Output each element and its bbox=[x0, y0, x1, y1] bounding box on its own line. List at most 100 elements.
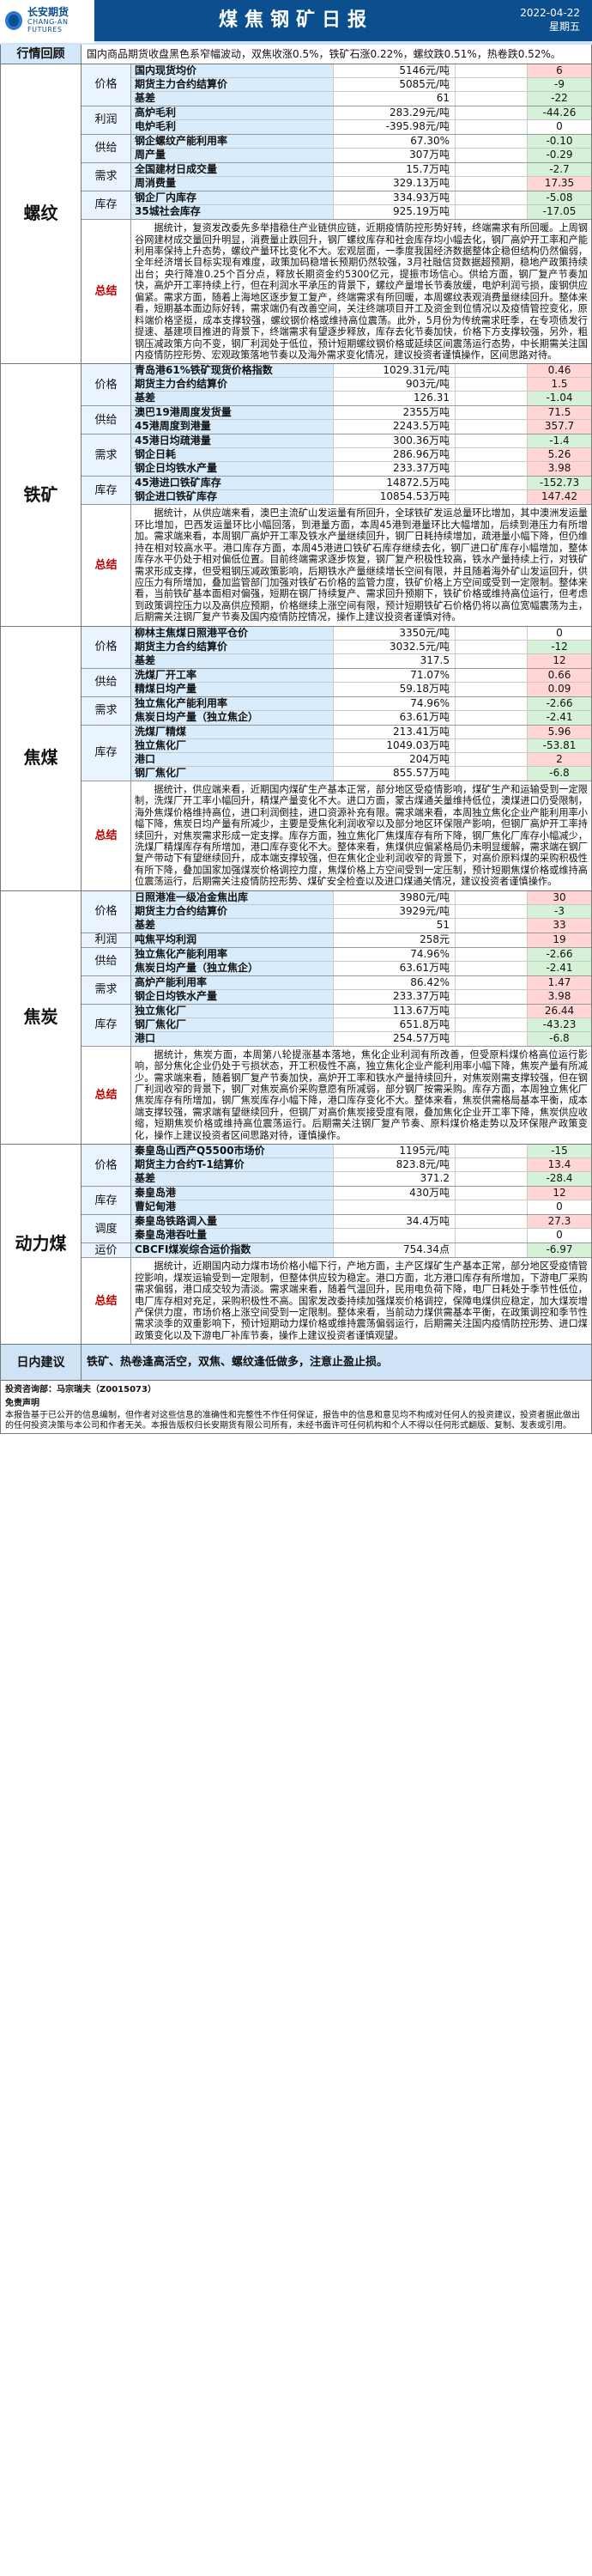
indicator-name: 基差 bbox=[131, 392, 334, 406]
indicator-extra bbox=[456, 420, 528, 434]
indicator-change: 71.5 bbox=[528, 406, 591, 420]
indicator-value: 59.18万吨 bbox=[334, 682, 456, 696]
indicator-extra bbox=[456, 1200, 528, 1215]
group-label: 供给 bbox=[82, 135, 131, 163]
indicator-change: 0 bbox=[528, 626, 591, 640]
indicator-name: 吨焦平均利润 bbox=[131, 933, 334, 947]
indicator-name: 期货主力合约结算价 bbox=[131, 904, 334, 918]
group-rows: 独立焦化产能利用率 74.96% -2.66 焦炭日均产量（独立焦企） 63.61万吨 -… bbox=[131, 696, 591, 725]
indicator-value: 71.07% bbox=[334, 668, 456, 682]
indicator-change: -2.41 bbox=[528, 710, 591, 725]
indicator-extra bbox=[456, 1229, 528, 1243]
group-rows: 吨焦平均利润 258元 19 bbox=[131, 933, 591, 947]
group-label: 需求 bbox=[82, 434, 131, 477]
indicator-name: 独立焦化产能利用率 bbox=[131, 696, 334, 710]
indicator-value: 74.96% bbox=[334, 696, 456, 710]
indicator-change: -6.8 bbox=[528, 1031, 591, 1046]
indicator-change: -152.73 bbox=[528, 477, 591, 490]
indicator-extra bbox=[456, 191, 528, 205]
group-label: 利润 bbox=[82, 106, 131, 135]
indicator-value: 307万吨 bbox=[334, 149, 456, 163]
indicator-value: 254.57万吨 bbox=[334, 1031, 456, 1046]
indicator-group: 价格 国内现货均价 5146元/吨 6 期货主力合约结算价 5085元/吨 -9 基差 61 -2… bbox=[82, 64, 591, 107]
group-rows: 高炉产能利用率 86.42% 1.47 钢企日均铁水产量 233.37万吨 3.98 bbox=[131, 975, 591, 1004]
indicator-extra bbox=[456, 904, 528, 918]
group-label: 库存 bbox=[82, 1187, 131, 1215]
indicator-extra bbox=[456, 961, 528, 975]
indicator-value: 113.67万吨 bbox=[334, 1004, 456, 1018]
indicator-change: 12 bbox=[528, 653, 591, 668]
group-rows: 45港日均疏港量 300.36万吨 -1.4 钢企日耗 286.96万吨 5.26 钢企日均… bbox=[131, 434, 591, 477]
indicator-group: 供给 澳巴19港周度发货量 2355万吨 71.5 45港周度到港量 2243.5万吨 35… bbox=[82, 406, 591, 435]
table-row: CBCFI煤炭综合运价指数 754.34点 -6.97 bbox=[131, 1243, 591, 1258]
section-summary: 总结 据统计，复资发改委先多举措稳住产业链供应链，近期疫情防控形势好转，终端需求有… bbox=[82, 220, 591, 364]
indicator-change: 0 bbox=[528, 1200, 591, 1215]
indicator-name: 周消费量 bbox=[131, 177, 334, 191]
table-row: 日照港准一级冶金焦出库 3980元/吨 30 bbox=[131, 890, 591, 905]
section-body: 价格 日照港准一级冶金焦出库 3980元/吨 30 期货主力合约结算价 3929元/吨 -3… bbox=[82, 890, 591, 1145]
summary-label: 总结 bbox=[82, 220, 131, 364]
summary-label: 总结 bbox=[82, 1258, 131, 1345]
indicator-extra bbox=[456, 738, 528, 752]
indicator-group: 价格 柳林主焦煤日照港平仓价 3350元/吨 0 期货主力合约结算价 3032.5元/吨 -… bbox=[82, 626, 591, 669]
section-3: 焦炭 价格 日照港准一级冶金焦出库 3980元/吨 30 期货主力合约结算价 3929元/吨… bbox=[0, 890, 592, 1145]
table-row: 洗煤厂开工率 71.07% 0.66 bbox=[131, 668, 591, 683]
indicator-value: 329.13万吨 bbox=[334, 177, 456, 191]
indicator-value: 63.61万吨 bbox=[334, 961, 456, 975]
date-text: 2022-04-22 bbox=[520, 7, 580, 20]
indicator-extra bbox=[456, 92, 528, 106]
indicator-group: 需求 高炉产能利用率 86.42% 1.47 钢企日均铁水产量 233.37万吨 3.98 bbox=[82, 975, 591, 1005]
table-row: 独立焦化厂 113.67万吨 26.44 bbox=[131, 1004, 591, 1018]
summary-text: 据统计，近期国内动力煤市场价格小幅下行，产地方面，主产区煤矿生产基本正常，部分地… bbox=[135, 1261, 588, 1341]
group-rows: 洗煤厂精煤 213.41万吨 5.96 独立焦化厂 1049.03万吨 -53.81 港口 2… bbox=[131, 725, 591, 781]
indicator-name: 柳林主焦煤日照港平仓价 bbox=[131, 626, 334, 640]
indicator-change: -0.29 bbox=[528, 149, 591, 163]
indicator-value: 430万吨 bbox=[334, 1187, 456, 1200]
table-row: 秦皇岛山西产Q5500市场价 1195元/吨 -15 bbox=[131, 1145, 591, 1159]
indicator-name: 曹妃甸港 bbox=[131, 1200, 334, 1215]
indicator-name: 洗煤厂精煤 bbox=[131, 725, 334, 738]
indicator-change: -2.41 bbox=[528, 961, 591, 975]
indicator-name: 期货主力合约T-1结算价 bbox=[131, 1158, 334, 1172]
indicator-change: -22 bbox=[528, 92, 591, 106]
summary-text: 据统计，从供应端来看，澳巴主流矿山发运量有所回升，全球铁矿发运总量环比增加，其中… bbox=[135, 507, 588, 623]
indicator-value: 61 bbox=[334, 92, 456, 106]
group-label: 价格 bbox=[82, 890, 131, 933]
group-rows: 钢企螺纹产能利用率 67.30% -0.10 周产量 307万吨 -0.29 bbox=[131, 135, 591, 163]
table-row: 钢企日耗 286.96万吨 5.26 bbox=[131, 448, 591, 463]
indicator-value: 10854.53万吨 bbox=[334, 490, 456, 505]
indicator-change: 1.5 bbox=[528, 378, 591, 392]
indicator-change: -12 bbox=[528, 640, 591, 653]
table-row: 澳巴19港周度发货量 2355万吨 71.5 bbox=[131, 406, 591, 421]
indicator-extra bbox=[456, 378, 528, 392]
indicator-name: 国内现货均价 bbox=[131, 64, 334, 78]
indicator-value: 2355万吨 bbox=[334, 406, 456, 420]
indicator-value: 2243.5万吨 bbox=[334, 420, 456, 434]
indicator-extra bbox=[456, 106, 528, 120]
indicator-extra bbox=[456, 364, 528, 378]
indicator-change: -43.23 bbox=[528, 1018, 591, 1031]
table-row: 钢企日均铁水产量 233.37万吨 3.98 bbox=[131, 989, 591, 1004]
indicator-value: 51 bbox=[334, 918, 456, 933]
group-label: 供给 bbox=[82, 406, 131, 434]
indicator-change: 30 bbox=[528, 890, 591, 904]
indicator-change: -2.66 bbox=[528, 696, 591, 710]
market-review-text: 国内商品期货收盘黑色系窄幅波动，双焦收涨0.5%，铁矿石涨0.22%，螺纹跌0.… bbox=[87, 48, 561, 60]
table-row: 基差 61 -22 bbox=[131, 92, 591, 106]
report-date: 2022-04-22 星期五 bbox=[498, 7, 592, 33]
report-title: 煤焦钢矿日报 bbox=[218, 9, 373, 32]
group-rows: 澳巴19港周度发货量 2355万吨 71.5 45港周度到港量 2243.5万吨 357.… bbox=[131, 406, 591, 434]
indicator-extra bbox=[456, 490, 528, 505]
table-row: 45港进口铁矿库存 14872.5万吨 -152.73 bbox=[131, 477, 591, 491]
group-label: 库存 bbox=[82, 477, 131, 505]
indicator-change: -9 bbox=[528, 78, 591, 92]
indicator-value: 1029.31元/吨 bbox=[334, 364, 456, 378]
table-row: 独立焦化产能利用率 74.96% -2.66 bbox=[131, 696, 591, 711]
indicator-extra bbox=[456, 766, 528, 781]
group-label: 价格 bbox=[82, 364, 131, 406]
section-body: 价格 秦皇岛山西产Q5500市场价 1195元/吨 -15 期货主力合约T-1结算价 82… bbox=[82, 1145, 591, 1345]
indicator-value: 1049.03万吨 bbox=[334, 738, 456, 752]
indicator-name: 45港周度到港量 bbox=[131, 420, 334, 434]
indicator-name: 期货主力合约结算价 bbox=[131, 378, 334, 392]
indicator-name: 秦皇岛港吞吐量 bbox=[131, 1229, 334, 1243]
